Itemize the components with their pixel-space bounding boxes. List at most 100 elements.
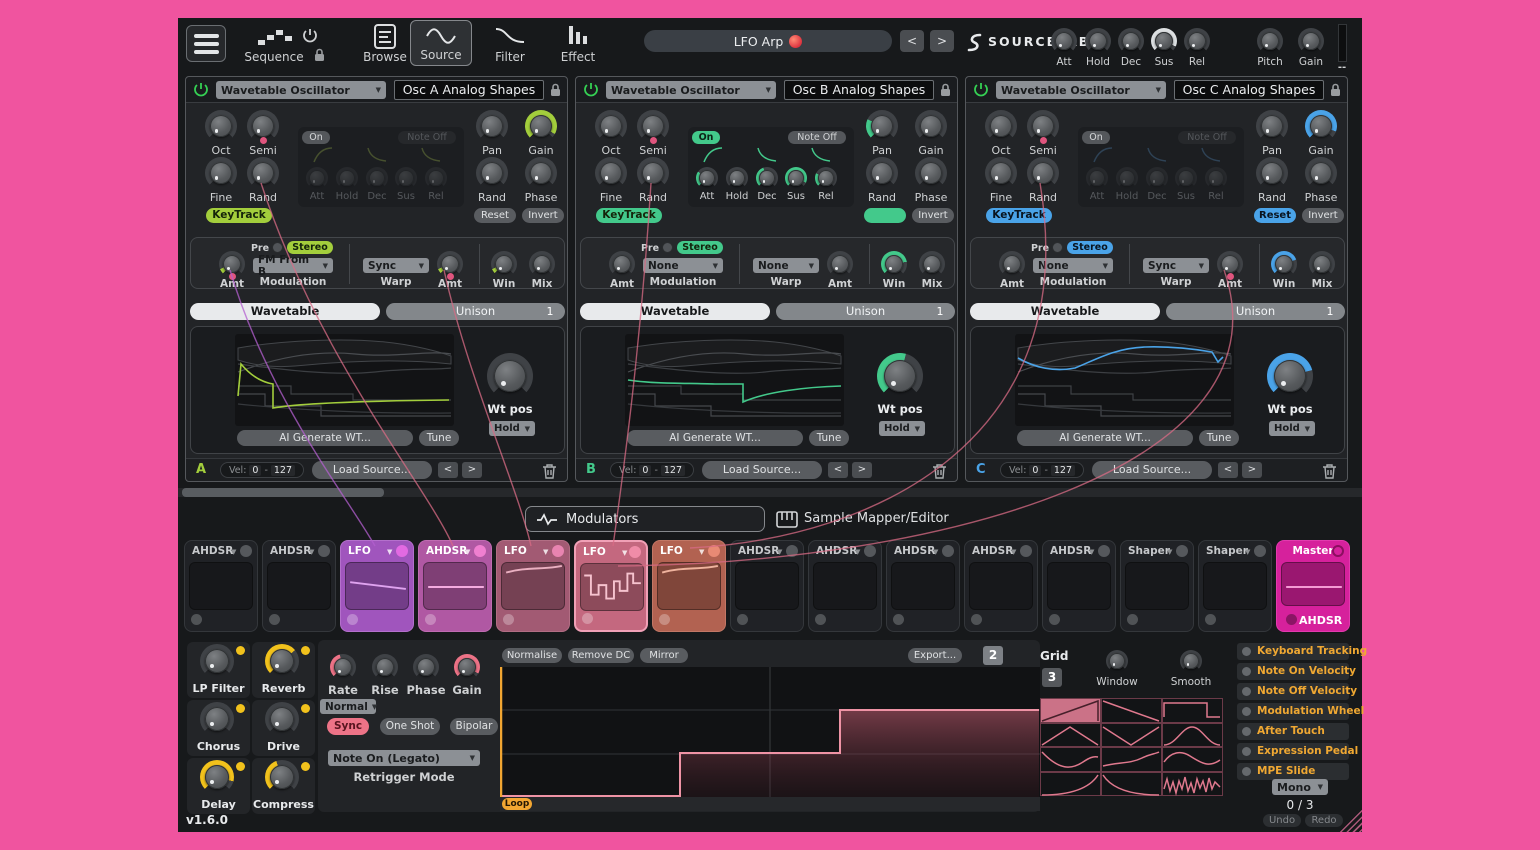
fx-enable-dot[interactable] <box>301 704 310 713</box>
note-off-button[interactable]: Note Off <box>788 131 846 144</box>
source-tab-label[interactable]: Source <box>410 49 472 61</box>
warp-amt-knob[interactable] <box>1217 251 1243 277</box>
phase-knob[interactable] <box>1305 157 1337 189</box>
env-rel-knob[interactable] <box>1205 167 1227 189</box>
lfo-mode-dropdown[interactable]: Normal <box>320 699 376 714</box>
lfo-shape-exp-up[interactable] <box>1040 772 1101 797</box>
fine-knob[interactable] <box>205 157 237 189</box>
reverb-knob[interactable] <box>265 644 299 678</box>
osc-lock-icon[interactable] <box>550 83 561 97</box>
env-att-knob[interactable] <box>696 167 718 189</box>
osc-gain-knob[interactable] <box>915 110 947 142</box>
pitch-knob[interactable] <box>1257 28 1283 54</box>
env-hold-knob[interactable] <box>726 167 748 189</box>
mod-source-expression-pedal[interactable]: Expression Pedal <box>1237 743 1349 760</box>
warp-amt-knob[interactable] <box>437 251 463 277</box>
lfo-shape-sine[interactable] <box>1162 747 1223 772</box>
lfo-phase-knob[interactable] <box>413 654 439 680</box>
loop-badge[interactable]: Loop <box>502 798 532 810</box>
lfo-gain-knob[interactable] <box>454 654 480 680</box>
osc-name-field[interactable]: Osc B Analog Shapes <box>784 80 934 100</box>
fx-enable-dot[interactable] <box>301 762 310 771</box>
sequence-tab-label[interactable]: Sequence <box>236 51 312 63</box>
phase-knob[interactable] <box>915 157 947 189</box>
mod-slot-14-shaper[interactable]: Shaper▼ <box>1198 540 1272 632</box>
reset-button[interactable] <box>864 208 906 223</box>
modulation-dropdown[interactable]: None <box>643 258 723 273</box>
phase-rand-knob[interactable] <box>476 157 508 189</box>
wt-pos-knob[interactable] <box>877 353 923 399</box>
note-off-button[interactable]: Note Off <box>398 131 456 144</box>
semi-knob[interactable] <box>637 110 669 142</box>
tab-wavetable[interactable]: Wavetable <box>970 303 1160 320</box>
warp-amt-knob[interactable] <box>827 251 853 277</box>
env-on-button[interactable]: On <box>302 131 330 144</box>
rand-knob[interactable] <box>247 157 279 189</box>
mod-source-note-on-velocity[interactable]: Note On Velocity <box>1237 663 1349 680</box>
osc-gain-knob[interactable] <box>525 110 557 142</box>
fx-enable-dot[interactable] <box>236 646 245 655</box>
mod-slot-2-ahdsr[interactable]: AHDSR▼ <box>262 540 336 632</box>
sample-mapper-icon[interactable] <box>776 511 798 528</box>
mod-slot-10-ahdsr[interactable]: AHDSR▼ <box>886 540 960 632</box>
osc-name-field[interactable]: Osc A Analog Shapes <box>394 80 544 100</box>
env-on-button[interactable]: On <box>1082 131 1110 144</box>
sample-mapper-label[interactable]: Sample Mapper/Editor <box>804 513 964 525</box>
wavetable-display[interactable]: AI Generate WT... Tune Wt pos Hold <box>970 326 1345 454</box>
effect-tab-label[interactable]: Effect <box>550 51 606 63</box>
mod-slot-15-master[interactable]: MasterAHDSR <box>1276 540 1350 632</box>
fx-enable-dot[interactable] <box>236 762 245 771</box>
trash-icon[interactable] <box>542 463 557 479</box>
warp-dropdown[interactable]: Sync <box>363 258 429 273</box>
att-knob[interactable] <box>1051 28 1077 54</box>
lfo-rate-knob[interactable] <box>330 654 356 680</box>
lfo-graph-scroll[interactable]: Loop <box>500 797 1040 811</box>
warp-dropdown[interactable]: None <box>753 258 819 273</box>
tab-wavetable[interactable]: Wavetable <box>190 303 380 320</box>
preset-field[interactable]: LFO Arp <box>644 30 892 52</box>
source-next-button[interactable]: > <box>462 462 482 478</box>
hold-dropdown[interactable]: Hold <box>489 421 535 436</box>
ai-generate-button[interactable]: AI Generate WT... <box>1017 430 1193 446</box>
lfo-shape-saw-up[interactable] <box>1040 698 1101 723</box>
mod-source-modulation-wheel[interactable]: Modulation Wheel <box>1237 703 1349 720</box>
mod-slot-5-lfo[interactable]: LFO▼ <box>496 540 570 632</box>
hold-dropdown[interactable]: Hold <box>1269 421 1315 436</box>
lp-filter-knob[interactable] <box>200 644 234 678</box>
osc-power-icon[interactable] <box>193 82 209 98</box>
load-source-button[interactable]: Load Source... <box>1092 461 1212 479</box>
velocity-range[interactable]: Vel:0-127 <box>1000 462 1084 478</box>
source-next-button[interactable]: > <box>1242 462 1262 478</box>
lfo-shape-pulse[interactable] <box>1162 698 1223 723</box>
env-sus-knob[interactable] <box>785 167 807 189</box>
pre-toggle[interactable] <box>272 242 283 253</box>
mix-knob[interactable] <box>1309 251 1335 277</box>
preset-next-button[interactable]: > <box>930 30 954 52</box>
grid-y-value[interactable]: 3 <box>1042 668 1062 687</box>
mirror-button[interactable]: Mirror <box>640 648 688 663</box>
keytrack-button[interactable]: KeyTrack <box>206 208 272 223</box>
oct-knob[interactable] <box>205 110 237 142</box>
tab-wavetable[interactable]: Wavetable <box>580 303 770 320</box>
browse-icon[interactable] <box>374 24 396 49</box>
mod-amt-knob[interactable] <box>999 251 1025 277</box>
invert-button[interactable]: Invert <box>522 208 564 223</box>
mix-knob[interactable] <box>529 251 555 277</box>
scrollbar-thumb[interactable] <box>182 488 384 497</box>
mod-source-note-off-velocity[interactable]: Note Off Velocity <box>1237 683 1349 700</box>
remove-dc-button[interactable]: Remove DC <box>568 648 634 663</box>
sus-knob[interactable] <box>1151 28 1177 54</box>
mod-slot-13-shaper[interactable]: Shaper▼ <box>1120 540 1194 632</box>
export-button[interactable]: Export... <box>908 648 962 663</box>
undo-button[interactable]: Undo <box>1263 814 1301 827</box>
osc-lock-icon[interactable] <box>1330 83 1341 97</box>
lfo-shape-wave[interactable] <box>1101 747 1162 772</box>
drive-knob[interactable] <box>265 702 299 736</box>
win-knob[interactable] <box>1271 251 1297 277</box>
dec-knob[interactable] <box>1118 28 1144 54</box>
pre-toggle[interactable] <box>662 242 673 253</box>
source-next-button[interactable]: > <box>852 462 872 478</box>
lfo-shape-triangle-inv[interactable] <box>1101 723 1162 748</box>
stereo-button[interactable]: Stereo <box>287 241 333 254</box>
rand-knob[interactable] <box>1027 157 1059 189</box>
